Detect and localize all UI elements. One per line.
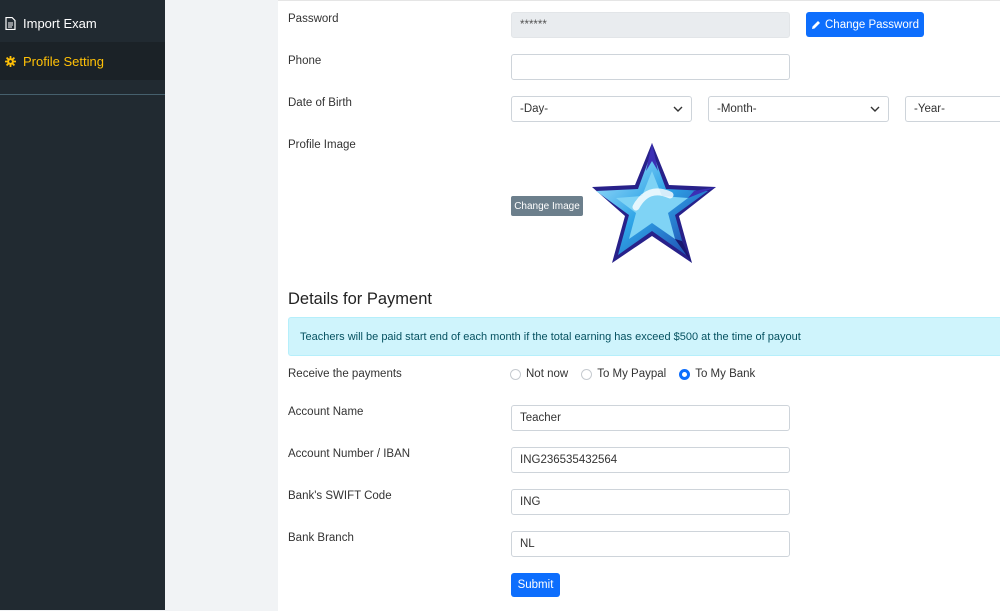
- radio-circle[interactable]: [581, 368, 593, 380]
- radio-label: Not now: [526, 368, 569, 380]
- password-field[interactable]: [511, 12, 790, 38]
- radio-label: To My Paypal: [597, 368, 667, 380]
- submit-button[interactable]: Submit: [511, 573, 560, 597]
- pencil-icon: [811, 20, 821, 30]
- swift-code-field[interactable]: [511, 489, 790, 515]
- gear-icon: [4, 54, 16, 68]
- change-password-button[interactable]: Change Password: [806, 12, 924, 37]
- sidebar-item-label: Import Exam: [23, 15, 97, 31]
- payment-section-title: Details for Payment: [288, 290, 432, 308]
- payment-notice-text: Teachers will be paid start end of each …: [300, 330, 801, 343]
- radio-to-my-paypal[interactable]: To My Paypal: [581, 368, 666, 380]
- file-icon: [4, 16, 16, 30]
- month-select-value: -Month-: [717, 103, 757, 115]
- change-password-label: Change Password: [825, 18, 919, 31]
- change-image-label: Change Image: [514, 200, 580, 212]
- radio-circle[interactable]: [510, 368, 521, 380]
- payment-notice: Teachers will be paid start end of each …: [288, 317, 1000, 356]
- profile-form: Password Change Password Phone Date of B…: [278, 0, 1000, 611]
- radio-label: To My Bank: [695, 368, 756, 380]
- sidebar-divider: [0, 94, 165, 95]
- bank-branch-label: Bank Branch: [288, 532, 354, 544]
- radio-to-my-bank[interactable]: To My Bank: [679, 368, 755, 380]
- account-number-field[interactable]: [511, 447, 790, 473]
- bank-branch-field[interactable]: [511, 531, 790, 557]
- receive-payments-label: Receive the payments: [288, 368, 402, 380]
- sidebar-item-profile-setting[interactable]: Profile Setting: [0, 42, 165, 80]
- phone-field[interactable]: [511, 54, 790, 80]
- receive-payments-radio-group: Not now To My Paypal To My Bank: [510, 368, 768, 380]
- dob-label: Date of Birth: [288, 97, 352, 109]
- change-image-button[interactable]: Change Image: [511, 196, 583, 216]
- day-select[interactable]: -Day-: [511, 96, 692, 122]
- sidebar: Import Exam Profile Setting: [0, 0, 165, 610]
- account-number-label: Account Number / IBAN: [288, 448, 411, 460]
- phone-label: Phone: [288, 55, 322, 67]
- radio-not-now[interactable]: Not now: [510, 368, 568, 380]
- swift-code-label: Bank's SWIFT Code: [288, 490, 392, 502]
- sidebar-item-label: Profile Setting: [23, 53, 104, 69]
- account-name-field[interactable]: [511, 405, 790, 431]
- chevron-down-icon: [673, 106, 683, 112]
- chevron-down-icon: [870, 106, 880, 112]
- sidebar-item-import-exam[interactable]: Import Exam: [0, 4, 165, 42]
- year-select-value: -Year-: [914, 103, 945, 115]
- account-name-label: Account Name: [288, 406, 364, 418]
- month-select[interactable]: -Month-: [708, 96, 889, 122]
- profile-image-label: Profile Image: [288, 139, 356, 151]
- radio-circle-checked[interactable]: [679, 368, 691, 380]
- submit-label: Submit: [517, 579, 554, 591]
- year-select[interactable]: -Year-: [905, 96, 1000, 122]
- day-select-value: -Day-: [520, 103, 549, 115]
- password-label: Password: [288, 13, 339, 25]
- profile-image: [590, 141, 722, 269]
